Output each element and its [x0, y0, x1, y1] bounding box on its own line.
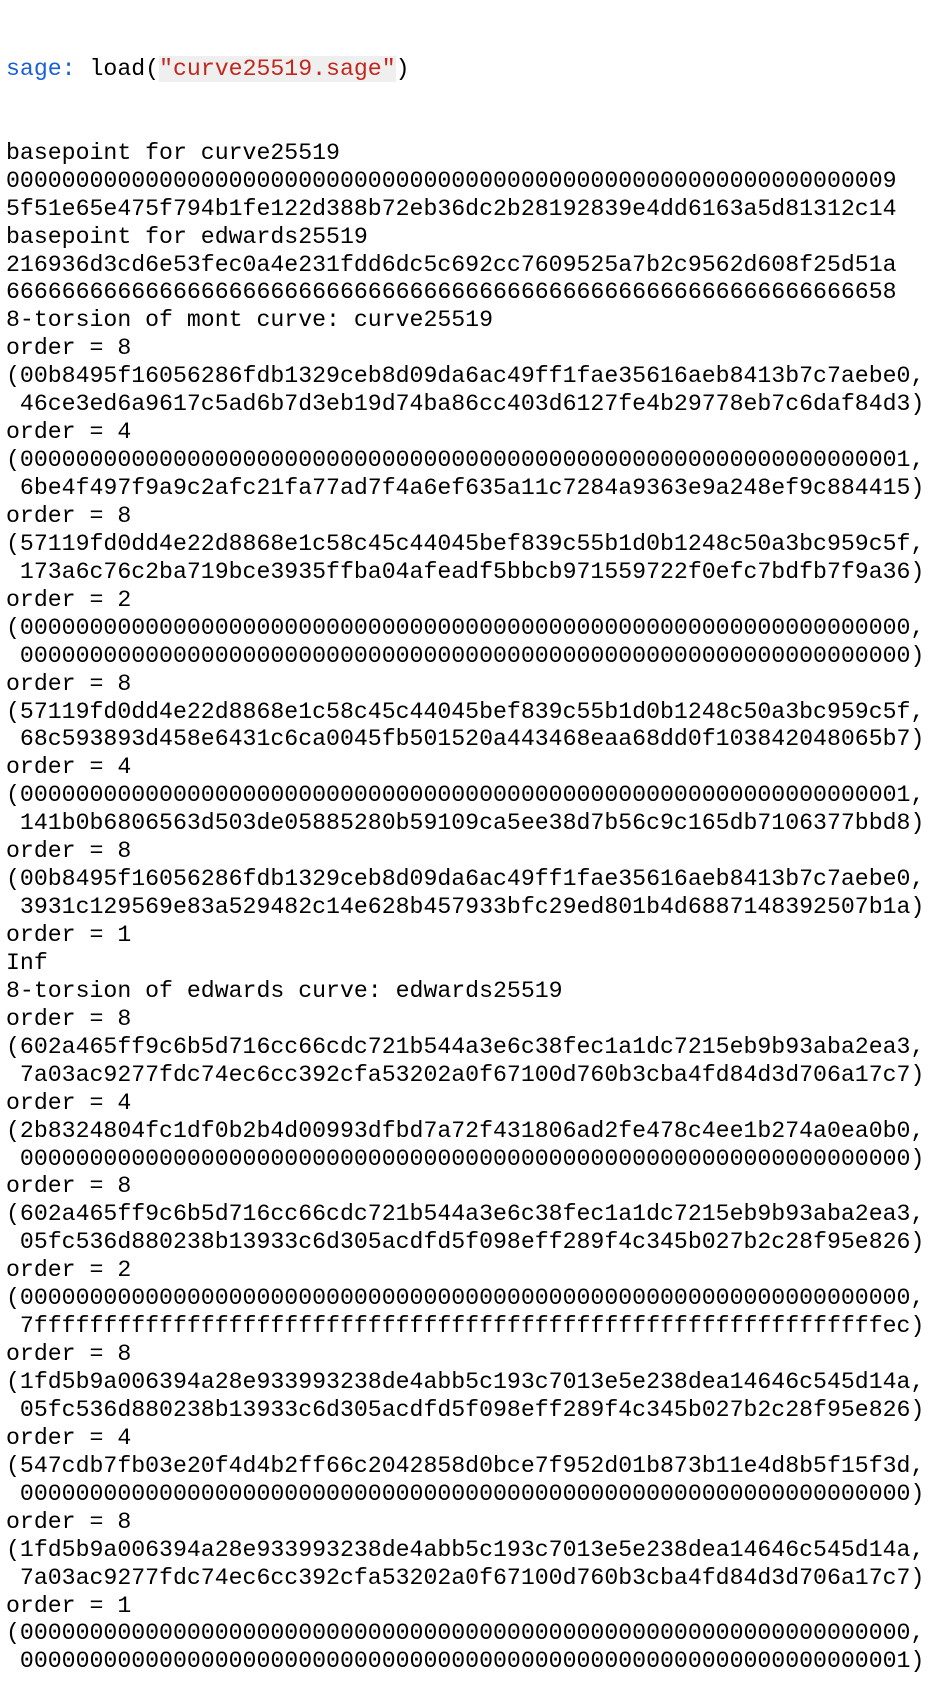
- output-line: order = 1: [6, 922, 132, 948]
- output-line: order = 8: [6, 1173, 132, 1200]
- output-line: basepoint for edwards25519: [6, 223, 368, 250]
- output-line: order = 8: [6, 838, 132, 865]
- output-line: 6be4f497f9a9c2afc21fa77ad7f4a6ef635a11c7…: [6, 475, 925, 501]
- output-line: (000000000000000000000000000000000000000…: [6, 1285, 925, 1312]
- output-line: order = 1: [6, 1592, 132, 1619]
- output-line: (000000000000000000000000000000000000000…: [6, 447, 925, 474]
- output-line: (2b8324804fc1df0b2b4d00993dfbd7a72f43180…: [6, 1117, 925, 1144]
- output-line: 0000000000000000000000000000000000000000…: [6, 1648, 925, 1675]
- output-line: 0000000000000000000000000000000000000000…: [6, 167, 897, 194]
- output-line: order = 8: [6, 335, 132, 362]
- output-line: order = 8: [6, 1508, 132, 1535]
- output-line: (1fd5b9a006394a28e933993238de4abb5c193c7…: [6, 1536, 925, 1563]
- output-line: 141b0b6806563d503de05885280b59109ca5ee38…: [6, 810, 925, 837]
- command-line: sage: load("curve25519.sage"): [6, 55, 934, 84]
- output-line: 7a03ac9277fdc74ec6cc392cfa53202a0f67100d…: [6, 1061, 925, 1088]
- output-line: (57119fd0dd4e22d8868e1c58c45c44045bef839…: [6, 530, 925, 557]
- output-line: 6666666666666666666666666666666666666666…: [6, 279, 897, 306]
- output-line: (00b8495f16056286fdb1329ceb8d09da6ac49ff…: [6, 866, 925, 893]
- output-line: (602a465ff9c6b5d716cc66cdc721b544a3e6c38…: [6, 1201, 925, 1228]
- output-line: (000000000000000000000000000000000000000…: [6, 614, 925, 641]
- output-line: 05fc536d880238b13933c6d305acdfd5f098eff2…: [6, 1396, 925, 1423]
- output-line: 05fc536d880238b13933c6d305acdfd5f098eff2…: [6, 1229, 925, 1256]
- output-line: 7fffffffffffffffffffffffffffffffffffffff…: [6, 1313, 925, 1340]
- output-line: (000000000000000000000000000000000000000…: [6, 782, 925, 809]
- output-line: order = 2: [6, 1257, 132, 1284]
- output-line: order = 8: [6, 670, 132, 697]
- output-block: basepoint for curve25519 0000000000000000…: [6, 140, 934, 1677]
- command-function-close: ): [395, 55, 410, 82]
- output-line: order = 8: [6, 1341, 132, 1368]
- output-line: 7a03ac9277fdc74ec6cc392cfa53202a0f67100d…: [6, 1564, 925, 1591]
- output-line: order = 8: [6, 1005, 132, 1032]
- output-line: order = 8: [6, 502, 132, 529]
- output-line: 173a6c76c2ba719bce3935ffba04afeadf5bbcb9…: [6, 558, 925, 585]
- output-line: 8-torsion of edwards curve: edwards25519: [6, 977, 563, 1004]
- sage-prompt: sage:: [6, 55, 90, 82]
- command-function: load(: [89, 55, 160, 82]
- output-line: 0000000000000000000000000000000000000000…: [6, 642, 925, 669]
- output-line: basepoint for curve25519: [6, 139, 340, 166]
- output-line: 46ce3ed6a9617c5ad6b7d3eb19d74ba86cc403d6…: [6, 391, 925, 418]
- terminal-output[interactable]: sage: load("curve25519.sage") basepoint …: [0, 0, 934, 1704]
- output-line: (57119fd0dd4e22d8868e1c58c45c44045bef839…: [6, 698, 925, 725]
- output-line: (00b8495f16056286fdb1329ceb8d09da6ac49ff…: [6, 363, 925, 390]
- output-line: (000000000000000000000000000000000000000…: [6, 1620, 925, 1647]
- output-line: 5f51e65e475f794b1fe122d388b72eb36dc2b281…: [6, 195, 897, 222]
- output-line: (602a465ff9c6b5d716cc66cdc721b544a3e6c38…: [6, 1033, 925, 1060]
- output-line: order = 4: [6, 754, 132, 781]
- output-line: 8-torsion of mont curve: curve25519: [6, 307, 494, 334]
- output-line: 216936d3cd6e53fec0a4e231fdd6dc5c692cc760…: [6, 251, 897, 278]
- output-line: Inf: [6, 949, 48, 976]
- output-line: order = 4: [6, 1089, 132, 1116]
- output-line: 0000000000000000000000000000000000000000…: [6, 1480, 925, 1507]
- output-line: order = 2: [6, 586, 132, 613]
- output-line: 0000000000000000000000000000000000000000…: [6, 1145, 925, 1172]
- output-line: (547cdb7fb03e20f4d4b2ff66c2042858d0bce7f…: [6, 1452, 925, 1479]
- output-line: order = 4: [6, 1424, 132, 1451]
- output-line: order = 4: [6, 419, 132, 446]
- output-line: 3931c129569e83a529482c14e628b457933bfc29…: [6, 894, 925, 921]
- command-argument-string: "curve25519.sage": [159, 55, 396, 82]
- output-line: (1fd5b9a006394a28e933993238de4abb5c193c7…: [6, 1369, 925, 1395]
- output-line: 68c593893d458e6431c6ca0045fb501520a44346…: [6, 726, 925, 753]
